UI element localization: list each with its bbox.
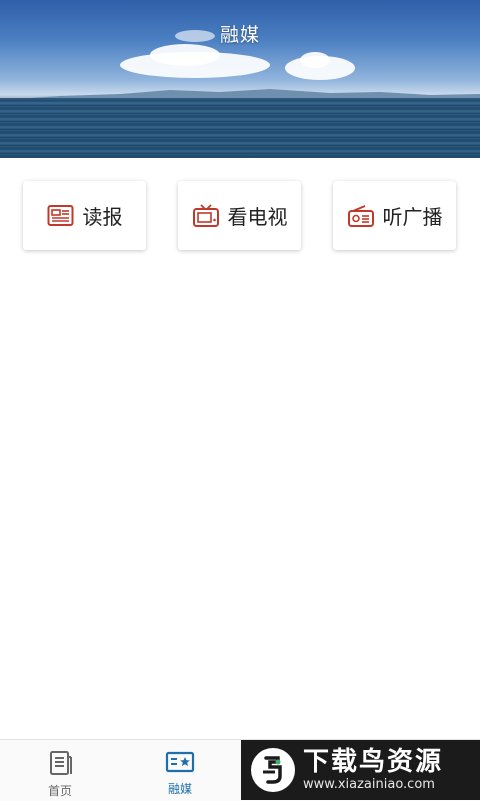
read-newspaper-button[interactable]: 读报: [23, 181, 146, 250]
nav-item-media[interactable]: 融媒: [120, 740, 240, 801]
watermark-banner: 下载鸟资源 www.xiazainiao.com: [241, 740, 480, 800]
tv-icon: [192, 203, 220, 229]
cloud: [300, 52, 330, 68]
radio-icon: [347, 204, 375, 228]
listen-radio-button[interactable]: 听广播: [333, 181, 456, 250]
watch-tv-label: 看电视: [227, 205, 288, 229]
nav-label-home: 首页: [47, 784, 72, 798]
media-card-icon: [165, 751, 195, 779]
header-banner: 融媒: [0, 0, 480, 158]
page-title: 融媒: [219, 24, 260, 46]
nav-item-home[interactable]: 首页: [0, 740, 120, 801]
watermark-title: 下载鸟资源: [303, 747, 444, 777]
home-doc-icon: [46, 749, 74, 781]
bird-logo-icon: [251, 748, 295, 792]
read-newspaper-label: 读报: [82, 205, 123, 229]
watch-tv-button[interactable]: 看电视: [178, 181, 301, 250]
newspaper-icon: [47, 204, 75, 228]
watermark-url: www.xiazainiao.com: [303, 777, 435, 792]
sea: [0, 98, 480, 158]
nav-label-media: 融媒: [167, 782, 192, 796]
listen-radio-label: 听广播: [382, 205, 443, 229]
cloud: [150, 44, 220, 66]
